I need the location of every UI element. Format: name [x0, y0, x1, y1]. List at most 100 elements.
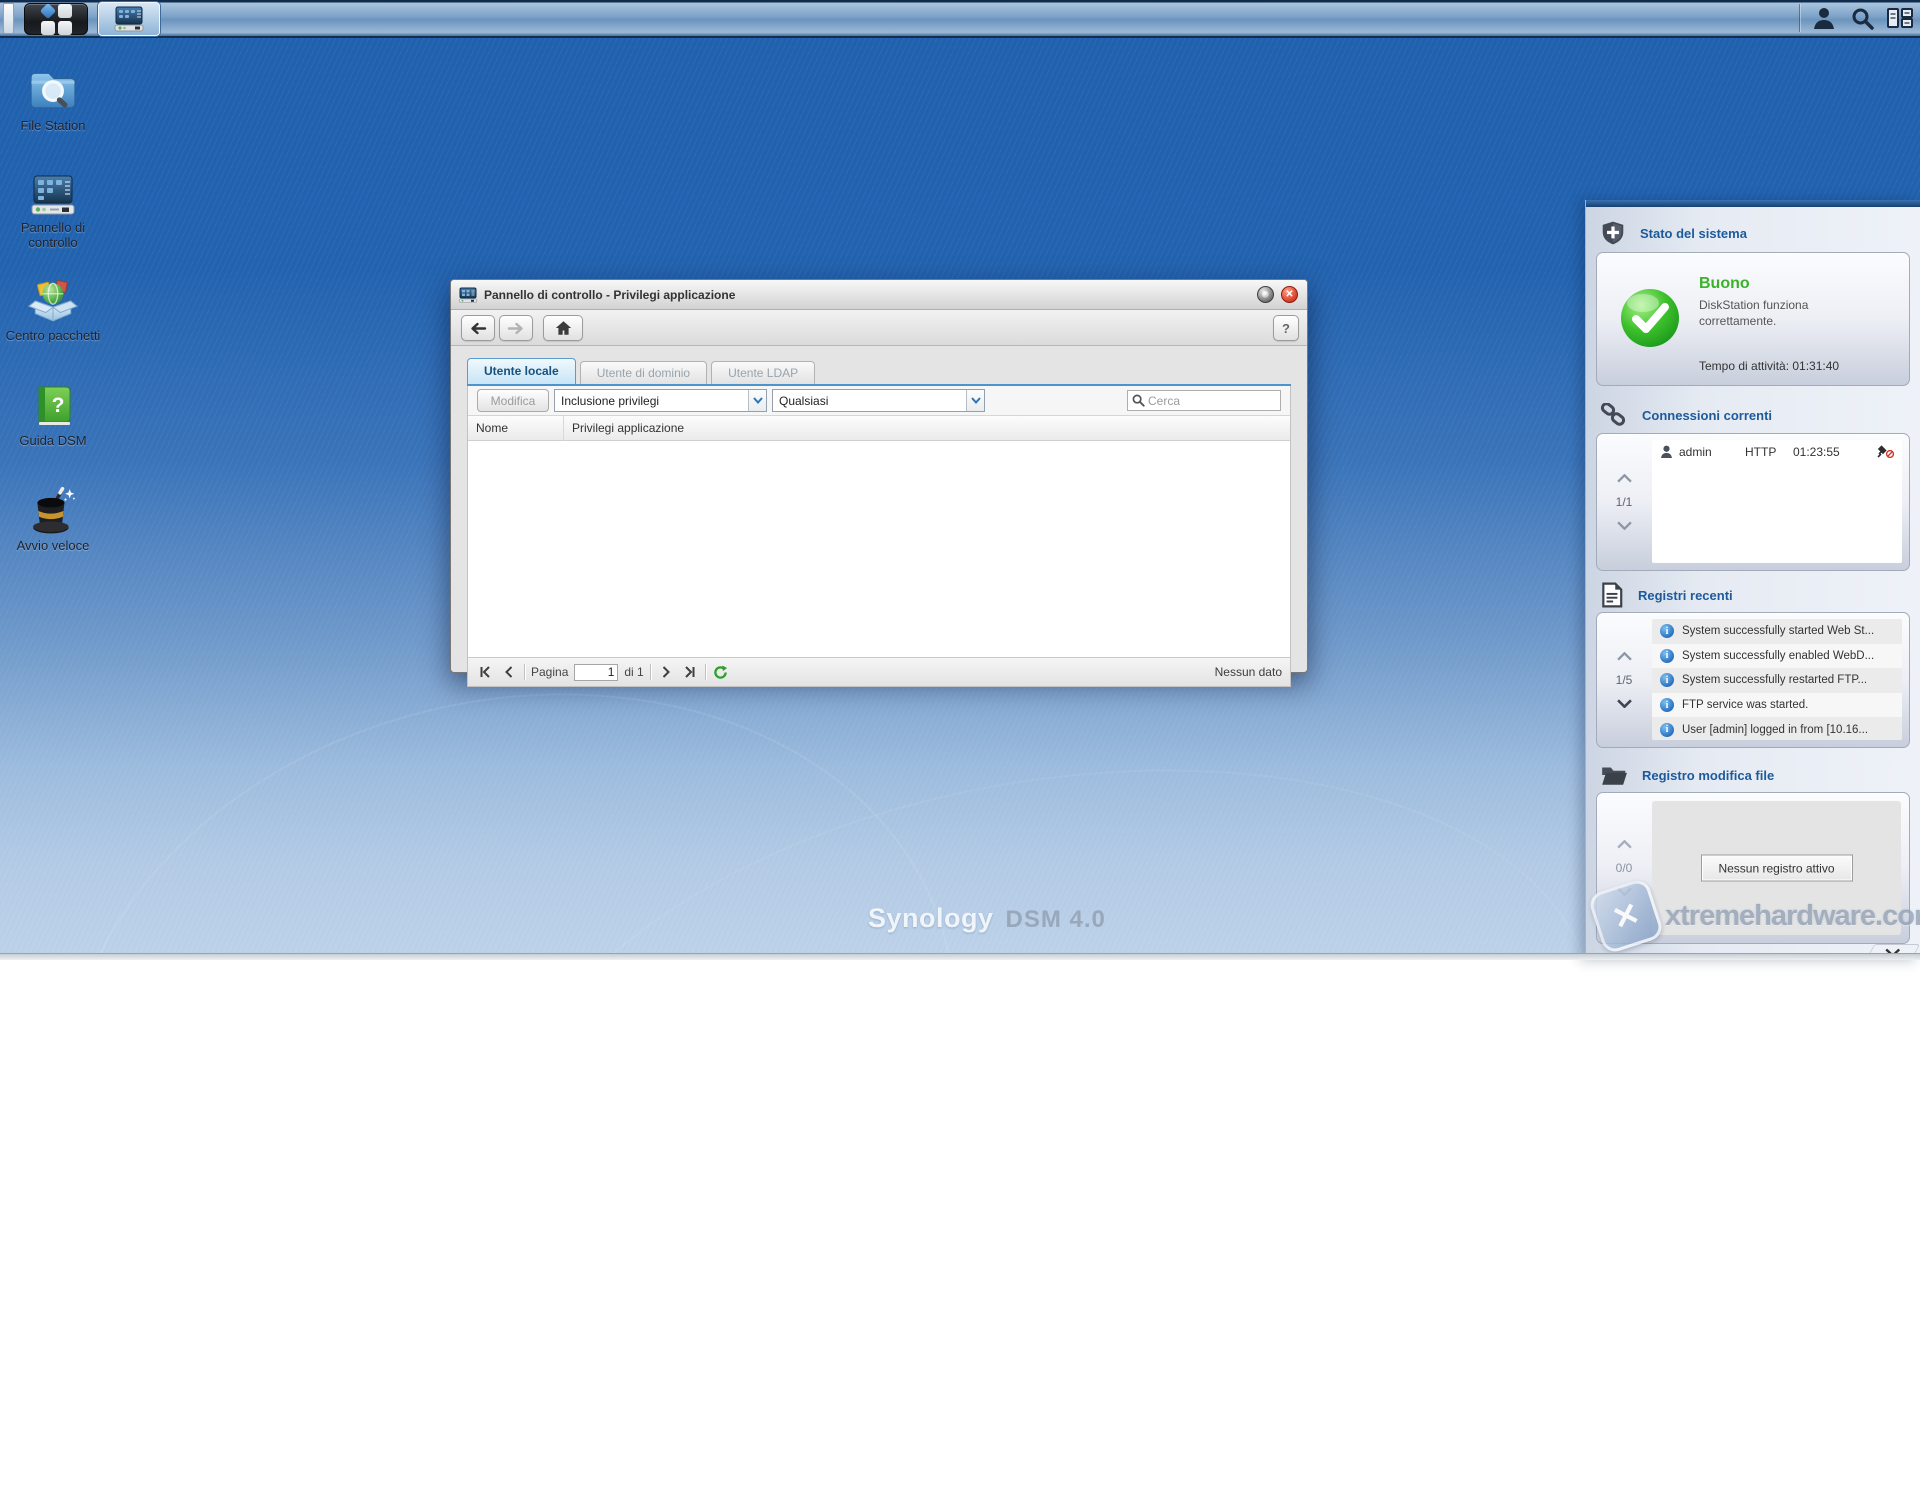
system-health-sidebar: Stato del sistema Buono DiskStation funz…	[1585, 200, 1920, 960]
user-menu-button[interactable]	[1806, 3, 1842, 33]
desktop-icon-label: Avvio veloce	[0, 538, 106, 553]
tab-ldap-user[interactable]: Utente LDAP	[711, 361, 815, 384]
dropdown-arrow-button[interactable]	[966, 390, 984, 411]
prev-page-button[interactable]	[500, 663, 518, 681]
column-header-name[interactable]: Nome	[468, 416, 564, 441]
taskbar-control-panel-button[interactable]	[98, 2, 160, 36]
window-titlebar[interactable]: Pannello di controllo - Privilegi applic…	[451, 280, 1307, 310]
log-row[interactable]: iSystem successfully started Web St...	[1652, 619, 1902, 644]
main-menu-button[interactable]	[24, 3, 88, 35]
pager-text: 1/1	[1616, 495, 1633, 509]
main-menu-icon	[41, 4, 72, 35]
home-icon	[555, 320, 572, 336]
desktop-icon-file-station[interactable]: File Station	[0, 66, 106, 133]
link-icon	[1600, 403, 1628, 427]
desktop-icon-dsm-help[interactable]: ? Guida DSM	[0, 383, 106, 448]
control-panel-icon	[113, 6, 145, 32]
desktop-icon-label: Centro pacchetti	[0, 328, 106, 343]
tab-strip: Utente locale Utente di dominio Utente L…	[467, 359, 1291, 386]
close-button[interactable]: ✕	[1281, 286, 1298, 303]
section-recent-logs: Registri recenti	[1600, 582, 1733, 608]
window-title: Pannello di controllo - Privilegi applic…	[484, 288, 735, 302]
log-row[interactable]: iUser [admin] logged in from [10.16...	[1652, 717, 1902, 740]
disconnect-button[interactable]	[1877, 444, 1894, 461]
control-panel-icon	[28, 174, 78, 216]
column-header-privileges[interactable]: Privilegi applicazione	[564, 421, 684, 435]
desktop-icon-control-panel[interactable]: Pannello di controllo	[0, 174, 106, 250]
log-text: FTP service was started.	[1682, 699, 1808, 711]
refresh-button[interactable]	[712, 663, 730, 681]
search-icon	[1132, 394, 1145, 407]
disconnect-icon	[1877, 444, 1894, 458]
search-box[interactable]	[1127, 390, 1281, 411]
last-page-button[interactable]	[681, 663, 699, 681]
background-streak	[456, 689, 1643, 1471]
privilege-value-select[interactable]: Qualsiasi	[772, 389, 985, 412]
first-page-icon	[479, 666, 491, 678]
chevron-down-icon	[753, 397, 763, 404]
chevron-up-icon[interactable]	[1617, 474, 1632, 483]
page-input[interactable]	[574, 664, 618, 681]
privilege-value: Qualsiasi	[773, 394, 966, 408]
minimize-button[interactable]	[1257, 286, 1274, 303]
chevron-down-icon[interactable]	[1617, 521, 1632, 530]
chevron-down-icon[interactable]	[1617, 699, 1632, 708]
desktop-icon-quick-start[interactable]: Avvio veloce	[0, 486, 106, 553]
connections-card: 1/1 admin HTTP 01:23:55	[1596, 433, 1910, 571]
version-text: DSM 4.0	[1006, 906, 1106, 934]
log-text: System successfully enabled WebD...	[1682, 650, 1874, 662]
connection-time: 01:23:55	[1793, 445, 1840, 459]
desktop-icon-label: Guida DSM	[0, 433, 106, 448]
window-navbar: ?	[451, 310, 1307, 346]
search-input[interactable]	[1148, 394, 1268, 408]
first-page-button[interactable]	[476, 663, 494, 681]
recent-logs-card: 1/5 iSystem successfully started Web St.…	[1596, 612, 1910, 748]
table-header[interactable]: Nome Privilegi applicazione	[468, 416, 1290, 441]
show-desktop-button[interactable]	[3, 3, 14, 34]
info-icon: i	[1660, 673, 1674, 687]
log-row[interactable]: iFTP service was started.	[1652, 693, 1902, 718]
tab-local-user[interactable]: Utente locale	[467, 358, 576, 384]
pagination-separator	[650, 664, 651, 680]
file-change-log-card: 0/0 Nessun registro attivo	[1596, 792, 1910, 944]
next-page-button[interactable]	[657, 663, 675, 681]
connection-protocol: HTTP	[1745, 445, 1787, 459]
section-connections: Connessioni correnti	[1600, 403, 1772, 427]
dropdown-arrow-button[interactable]	[748, 390, 766, 411]
pagination-separator	[705, 664, 706, 680]
user-icon	[1811, 5, 1837, 31]
filter-toolbar: Modifica Inclusione privilegi Qualsiasi	[468, 386, 1290, 416]
uptime-text: Tempo di attività: 01:31:40	[1699, 359, 1839, 373]
search-button[interactable]	[1844, 3, 1880, 33]
synology-dsm-logo: Synology DSM 4.0	[868, 903, 1106, 934]
chevron-up-icon[interactable]	[1617, 652, 1632, 661]
minimize-icon	[1262, 291, 1269, 298]
help-button[interactable]: ?	[1273, 315, 1299, 341]
control-panel-window: Pannello di controllo - Privilegi applic…	[450, 279, 1308, 673]
home-button[interactable]	[543, 315, 583, 341]
chevron-down-icon[interactable]	[1617, 887, 1632, 896]
tab-domain-user[interactable]: Utente di dominio	[580, 361, 707, 384]
back-icon	[469, 322, 487, 335]
desktop: File Station Pannello di controllo Centr…	[0, 0, 1920, 960]
system-status-card: Buono DiskStation funziona correttamente…	[1596, 252, 1910, 386]
pilot-view-button[interactable]	[1882, 3, 1918, 33]
back-button[interactable]	[461, 315, 495, 341]
file-log-pager: 0/0	[1597, 793, 1651, 943]
pilot-view-icon	[1886, 6, 1914, 30]
chevron-up-icon[interactable]	[1617, 840, 1632, 849]
connection-row[interactable]: admin HTTP 01:23:55	[1652, 440, 1902, 464]
prev-page-icon	[503, 666, 515, 678]
privilege-filter-select[interactable]: Inclusione privilegi	[554, 389, 767, 412]
privilege-filter-value: Inclusione privilegi	[555, 394, 748, 408]
desktop-icon-package-center[interactable]: Centro pacchetti	[0, 276, 106, 343]
taskbar	[0, 0, 1920, 38]
log-row[interactable]: iSystem successfully restarted FTP...	[1652, 668, 1902, 693]
forward-button[interactable]	[499, 315, 533, 341]
edit-button[interactable]: Modifica	[477, 389, 549, 412]
background-streak	[0, 602, 1031, 1498]
log-document-icon	[1600, 582, 1624, 608]
connection-user: admin	[1679, 445, 1739, 459]
forward-icon	[507, 322, 525, 335]
log-row[interactable]: iSystem successfully enabled WebD...	[1652, 644, 1902, 669]
